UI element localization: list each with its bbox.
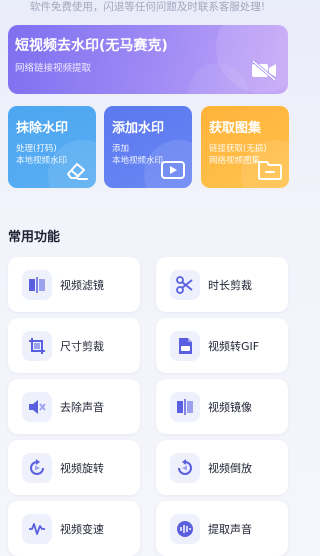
- remove-watermark-link-card[interactable]: 短视频去水印(无马赛克) 网络链接视频提取: [8, 25, 288, 94]
- video-filter-button[interactable]: 视频滤镜: [8, 257, 140, 312]
- audio-extract-icon: [170, 514, 200, 544]
- card-desc-line2: 本地视频水印: [112, 156, 164, 166]
- hero-subtitle: 网络链接视频提取: [15, 63, 92, 74]
- section-title: 常用功能: [8, 230, 61, 245]
- function-label: 去除声音: [60, 401, 104, 414]
- mute-icon: [22, 392, 52, 422]
- notice-banner: 软件免费使用，闪退等任何问题及时联系客服处理!: [29, 1, 266, 13]
- speed-icon: [22, 514, 52, 544]
- extract-audio-button[interactable]: 提取声音: [156, 501, 288, 556]
- erase-watermark-card[interactable]: 抹除水印 处理(打码) 本地视频水印: [8, 106, 96, 188]
- reverse-play-icon: [170, 453, 200, 483]
- gif-icon: [170, 331, 200, 361]
- card-desc-line1: 链接获取(无损): [209, 144, 267, 154]
- card-desc-line2: 本地视频水印: [16, 156, 68, 166]
- card-title: 添加水印: [112, 121, 165, 136]
- video-off-icon: [252, 59, 276, 82]
- function-label: 视频镜像: [208, 401, 252, 414]
- function-label: 视频倒放: [208, 462, 252, 475]
- card-desc-line1: 处理(打码): [16, 144, 57, 154]
- card-desc-line1: 添加: [112, 144, 130, 154]
- duration-trim-button[interactable]: 时长剪裁: [156, 257, 288, 312]
- crop-icon: [22, 331, 52, 361]
- function-label: 视频滤镜: [60, 279, 104, 292]
- video-speed-button[interactable]: 视频变速: [8, 501, 140, 556]
- video-play-icon: [161, 161, 185, 179]
- mirror-icon: [170, 392, 200, 422]
- function-label: 尺寸剪裁: [60, 340, 104, 353]
- function-label: 时长剪裁: [208, 279, 252, 292]
- size-crop-button[interactable]: 尺寸剪裁: [8, 318, 140, 373]
- video-reverse-button[interactable]: 视频倒放: [156, 440, 288, 495]
- card-title: 获取图集: [209, 121, 262, 136]
- get-gallery-card[interactable]: 获取图集 链接获取(无损) 网络视频图集: [201, 106, 289, 188]
- hero-title: 短视频去水印(无马赛克): [15, 38, 168, 54]
- folder-icon: [258, 161, 282, 180]
- eraser-icon: [67, 163, 88, 180]
- function-label: 视频变速: [60, 523, 104, 536]
- filter-icon: [22, 270, 52, 300]
- scissors-icon: [170, 270, 200, 300]
- video-mirror-button[interactable]: 视频镜像: [156, 379, 288, 434]
- function-label: 视频旋转: [60, 462, 104, 475]
- rotate-icon: [22, 453, 52, 483]
- card-title: 抹除水印: [16, 121, 69, 136]
- function-label: 提取声音: [208, 523, 252, 536]
- remove-audio-button[interactable]: 去除声音: [8, 379, 140, 434]
- function-label: 视频转GIF: [208, 340, 260, 353]
- card-desc-line2: 网络视频图集: [209, 156, 261, 166]
- add-watermark-card[interactable]: 添加水印 添加 本地视频水印: [104, 106, 192, 188]
- video-rotate-button[interactable]: 视频旋转: [8, 440, 140, 495]
- video-to-gif-button[interactable]: 视频转GIF: [156, 318, 288, 373]
